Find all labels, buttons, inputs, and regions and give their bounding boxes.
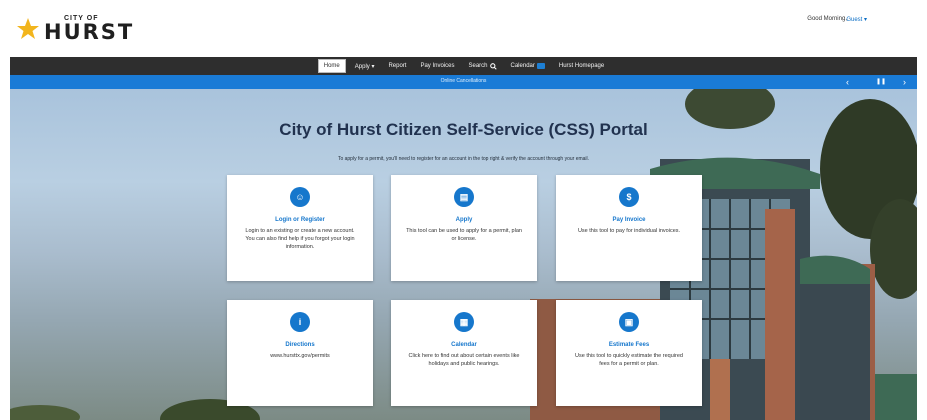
- nav-calendar[interactable]: Calendar: [506, 60, 550, 72]
- nav-search[interactable]: Search: [464, 60, 502, 73]
- calculator-icon: ▣: [619, 312, 639, 332]
- calendar-badge-icon: [536, 63, 545, 69]
- nav-report[interactable]: Report: [383, 60, 411, 72]
- pause-icon[interactable]: ❚❚: [876, 76, 886, 88]
- main-nav: Home Apply ▾ Report Pay Invoices Search …: [10, 57, 917, 75]
- prev-arrow-icon[interactable]: ‹: [846, 76, 849, 88]
- card-description: www.hursttx.gov/permits: [270, 353, 330, 359]
- card-calendar[interactable]: ▦ Calendar Click here to find out about …: [391, 300, 537, 406]
- page-subtitle: To apply for a permit, you'll need to re…: [337, 156, 590, 162]
- clipboard-icon: ▤: [454, 187, 474, 207]
- card-title[interactable]: Calendar: [391, 342, 537, 348]
- card-description: Click here to find out about certain eve…: [408, 353, 520, 367]
- nav-pay-invoices[interactable]: Pay Invoices: [415, 60, 459, 72]
- star-icon: [17, 18, 39, 39]
- user-menu[interactable]: Guest ▾: [846, 16, 867, 23]
- nav-label: Search: [468, 63, 488, 69]
- announcement-banner: Online Cancellations ‹ ❚❚ ›: [10, 75, 917, 89]
- header: CITY OF HURST Good Morning, Guest ▾: [0, 0, 927, 57]
- search-icon: [489, 62, 497, 70]
- next-arrow-icon[interactable]: ›: [903, 76, 906, 88]
- card-title[interactable]: Login or Register: [227, 217, 373, 223]
- calendar-icon: ▦: [454, 312, 474, 332]
- card-description: Login to an existing or create a new acc…: [245, 228, 355, 250]
- user-icon: ☺: [290, 187, 310, 207]
- nav-label: Report: [388, 63, 407, 69]
- nav-hurst-homepage[interactable]: Hurst Homepage: [554, 60, 609, 72]
- page-title: City of Hurst Citizen Self-Service (CSS)…: [279, 120, 648, 139]
- card-title[interactable]: Pay Invoice: [556, 217, 702, 223]
- card-login-register[interactable]: ☺ Login or Register Login to an existing…: [227, 175, 373, 281]
- card-description: This tool can be used to apply for a per…: [406, 228, 522, 242]
- banner-text[interactable]: Online Cancellations: [10, 78, 917, 84]
- greeting-text: Good Morning,: [807, 16, 847, 22]
- card-estimate-fees[interactable]: ▣ Estimate Fees Use this tool to quickly…: [556, 300, 702, 406]
- card-description: Use this tool to quickly estimate the re…: [575, 353, 683, 367]
- nav-home[interactable]: Home: [317, 59, 346, 73]
- hero-section: City of Hurst Citizen Self-Service (CSS)…: [10, 89, 917, 420]
- card-apply[interactable]: ▤ Apply This tool can be used to apply f…: [391, 175, 537, 281]
- card-title[interactable]: Directions: [227, 342, 373, 348]
- nav-label: Pay Invoices: [420, 63, 455, 69]
- city-logo[interactable]: CITY OF HURST: [16, 14, 134, 44]
- card-description: Use this tool to pay for individual invo…: [577, 228, 681, 234]
- card-directions[interactable]: i Directions www.hursttx.gov/permits: [227, 300, 373, 406]
- dollar-icon: $: [619, 187, 639, 207]
- nav-label: Apply ▾: [354, 63, 375, 70]
- nav-label: Hurst Homepage: [558, 63, 605, 69]
- logo-hurst: HURST: [44, 20, 135, 44]
- card-title[interactable]: Apply: [391, 217, 537, 223]
- card-title[interactable]: Estimate Fees: [556, 342, 702, 348]
- nav-label: Home: [323, 63, 340, 69]
- info-icon: i: [290, 312, 310, 332]
- card-pay-invoice[interactable]: $ Pay Invoice Use this tool to pay for i…: [556, 175, 702, 281]
- nav-label: Calendar: [510, 63, 535, 69]
- nav-apply[interactable]: Apply ▾: [350, 60, 380, 73]
